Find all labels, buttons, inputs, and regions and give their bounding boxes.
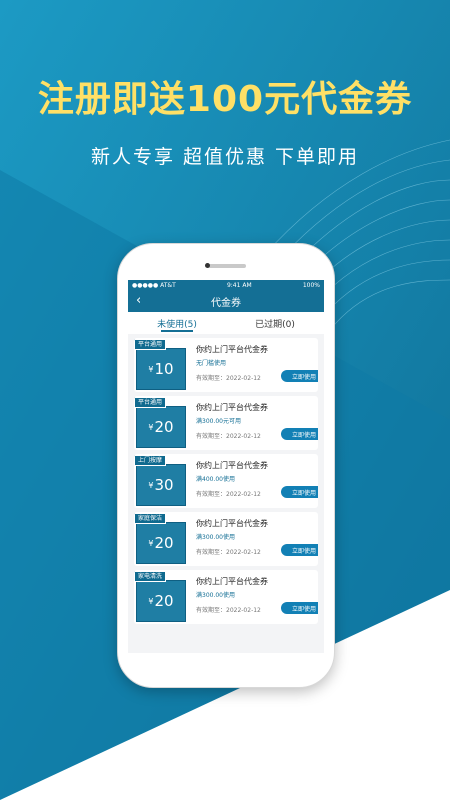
coupon-category-tag: 家电清洗 bbox=[134, 571, 167, 582]
coupon-title: 你约上门平台代金券 bbox=[196, 403, 268, 412]
currency-symbol: ¥ bbox=[148, 480, 154, 490]
coupon-title: 你约上门平台代金券 bbox=[196, 345, 268, 354]
use-now-button[interactable]: 立即使用 bbox=[281, 544, 318, 556]
coupon-amount: 30 bbox=[154, 476, 174, 494]
coupon-value: ¥ 30 bbox=[136, 464, 186, 506]
tab-expired[interactable]: 已过期(0) bbox=[226, 312, 324, 334]
coupon-valid-date: 有效期至：2022-02-12 bbox=[196, 375, 261, 382]
subline: 新人专享 超值优惠 下单即用 bbox=[90, 146, 360, 168]
coupon-tabs: 未使用(5) 已过期(0) bbox=[128, 312, 324, 334]
promo-page: 注册即送100元代金券 新人专享 超值优惠 下单即用 ●●●●● AT&T 9:… bbox=[0, 0, 450, 800]
page-title: 代金券 bbox=[211, 297, 241, 309]
currency-symbol: ¥ bbox=[148, 422, 154, 432]
tab-unused[interactable]: 未使用(5) bbox=[128, 312, 226, 334]
coupon-card: ¥ 30 上门按摩 你约上门平台代金券 满400.00使用 有效期至：2022-… bbox=[134, 454, 318, 508]
coupon-card: ¥ 20 家庭保洁 你约上门平台代金券 满300.00使用 有效期至：2022-… bbox=[134, 512, 318, 566]
status-time: 9:41 AM bbox=[226, 281, 252, 289]
coupon-valid-date: 有效期至：2022-02-12 bbox=[196, 549, 261, 556]
use-now-button[interactable]: 立即使用 bbox=[281, 428, 318, 440]
use-now-button[interactable]: 立即使用 bbox=[281, 602, 318, 614]
coupon-condition: 无门槛使用 bbox=[196, 360, 227, 367]
coupon-stub: ¥ 20 家庭保洁 bbox=[134, 512, 186, 566]
currency-symbol: ¥ bbox=[148, 364, 154, 374]
coupon-amount: 20 bbox=[154, 418, 174, 436]
coupon-list: ¥ 10 平台通用 你约上门平台代金券 无门槛使用 有效期至：2022-02-1… bbox=[128, 334, 324, 624]
phone-speaker bbox=[206, 264, 246, 268]
coupon-title: 你约上门平台代金券 bbox=[196, 519, 268, 528]
coupon-condition: 满300.00元可用 bbox=[196, 418, 241, 425]
coupon-amount: 10 bbox=[154, 360, 174, 378]
coupon-title: 你约上门平台代金券 bbox=[196, 577, 268, 586]
coupon-value: ¥ 20 bbox=[136, 406, 186, 448]
coupon-stub: ¥ 30 上门按摩 bbox=[134, 454, 186, 508]
phone-screen: ●●●●● AT&T 9:41 AM 100% ‹ 代金券 未使用(5) 已过期… bbox=[128, 280, 324, 653]
coupon-category-tag: 平台通用 bbox=[134, 397, 167, 408]
currency-symbol: ¥ bbox=[148, 596, 154, 606]
coupon-category-tag: 平台通用 bbox=[134, 339, 167, 350]
coupon-category-tag: 家庭保洁 bbox=[134, 513, 167, 524]
coupon-value: ¥ 20 bbox=[136, 522, 186, 564]
coupon-valid-date: 有效期至：2022-02-12 bbox=[196, 607, 261, 614]
coupon-card: ¥ 10 平台通用 你约上门平台代金券 无门槛使用 有效期至：2022-02-1… bbox=[134, 338, 318, 392]
coupon-stub: ¥ 20 家电清洗 bbox=[134, 570, 186, 624]
use-now-button[interactable]: 立即使用 bbox=[281, 486, 318, 498]
coupon-valid-date: 有效期至：2022-02-12 bbox=[196, 433, 261, 440]
coupon-title: 你约上门平台代金券 bbox=[196, 461, 268, 470]
coupon-stub: ¥ 20 平台通用 bbox=[134, 396, 186, 450]
back-icon[interactable]: ‹ bbox=[136, 293, 141, 308]
coupon-card: ¥ 20 家电清洗 你约上门平台代金券 满300.00使用 有效期至：2022-… bbox=[134, 570, 318, 624]
use-now-button[interactable]: 立即使用 bbox=[281, 370, 318, 382]
phone-camera bbox=[205, 263, 210, 268]
coupon-condition: 满300.00使用 bbox=[196, 592, 235, 599]
coupon-value: ¥ 10 bbox=[136, 348, 186, 390]
currency-symbol: ¥ bbox=[148, 538, 154, 548]
nav-bar: ‹ 代金券 bbox=[128, 290, 324, 312]
coupon-amount: 20 bbox=[154, 534, 174, 552]
coupon-value: ¥ 20 bbox=[136, 580, 186, 622]
status-battery: 100% bbox=[302, 281, 320, 289]
coupon-valid-date: 有效期至：2022-02-12 bbox=[196, 491, 261, 498]
coupon-condition: 满400.00使用 bbox=[196, 476, 235, 483]
coupon-category-tag: 上门按摩 bbox=[134, 455, 167, 466]
coupon-condition: 满300.00使用 bbox=[196, 534, 235, 541]
coupon-card: ¥ 20 平台通用 你约上门平台代金券 满300.00元可用 有效期至：2022… bbox=[134, 396, 318, 450]
headline: 注册即送100元代金券 bbox=[37, 79, 413, 120]
status-bar: ●●●●● AT&T 9:41 AM 100% bbox=[128, 280, 324, 290]
coupon-amount: 20 bbox=[154, 592, 174, 610]
coupon-stub: ¥ 10 平台通用 bbox=[134, 338, 186, 392]
status-carrier: ●●●●● AT&T bbox=[132, 281, 176, 289]
phone-mockup: ●●●●● AT&T 9:41 AM 100% ‹ 代金券 未使用(5) 已过期… bbox=[117, 243, 335, 688]
